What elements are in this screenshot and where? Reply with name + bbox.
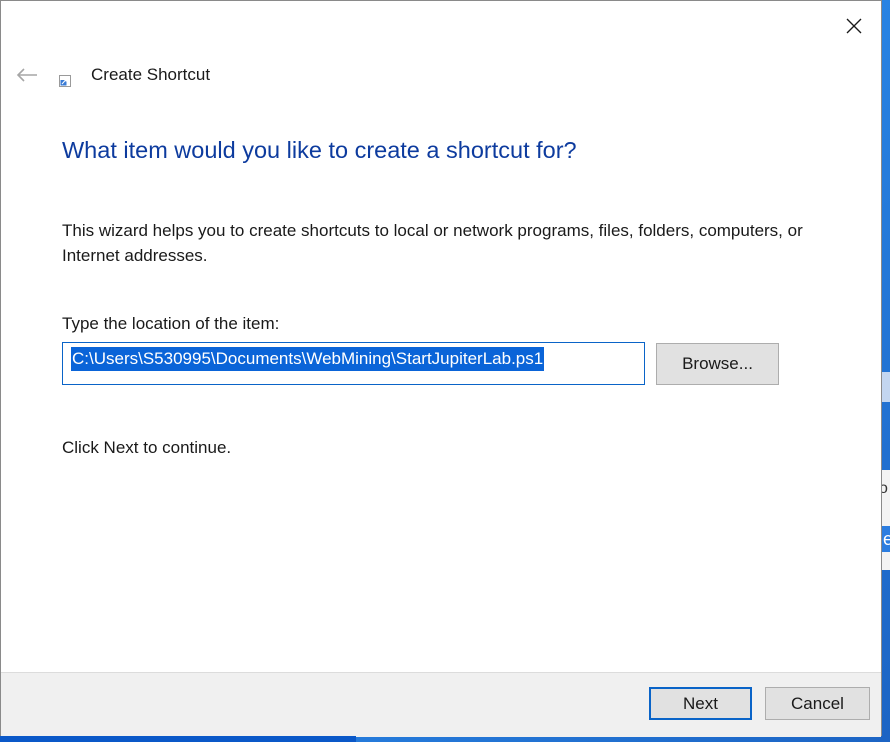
wizard-description: This wizard helps you to create shortcut… bbox=[62, 221, 803, 265]
location-input[interactable]: C:\Users\S530995\Documents\WebMining\Sta… bbox=[62, 342, 645, 385]
next-button[interactable]: Next bbox=[649, 687, 752, 720]
create-shortcut-dialog: Create Shortcut What item would you like… bbox=[0, 0, 882, 737]
back-arrow-icon bbox=[16, 68, 37, 82]
shortcut-icon bbox=[59, 75, 71, 87]
close-button[interactable] bbox=[839, 11, 869, 41]
taskbar-accent bbox=[0, 736, 356, 742]
close-icon bbox=[846, 18, 862, 34]
window-title: Create Shortcut bbox=[91, 65, 211, 84]
browse-button[interactable]: Browse... bbox=[656, 343, 779, 385]
location-input-value: C:\Users\S530995\Documents\WebMining\Sta… bbox=[71, 347, 545, 371]
back-button[interactable] bbox=[13, 61, 41, 89]
location-label: Type the location of the item: bbox=[62, 314, 280, 333]
cancel-button[interactable]: Cancel bbox=[765, 687, 870, 720]
page-heading: What item would you like to create a sho… bbox=[62, 137, 577, 163]
continue-instruction: Click Next to continue. bbox=[62, 438, 232, 457]
